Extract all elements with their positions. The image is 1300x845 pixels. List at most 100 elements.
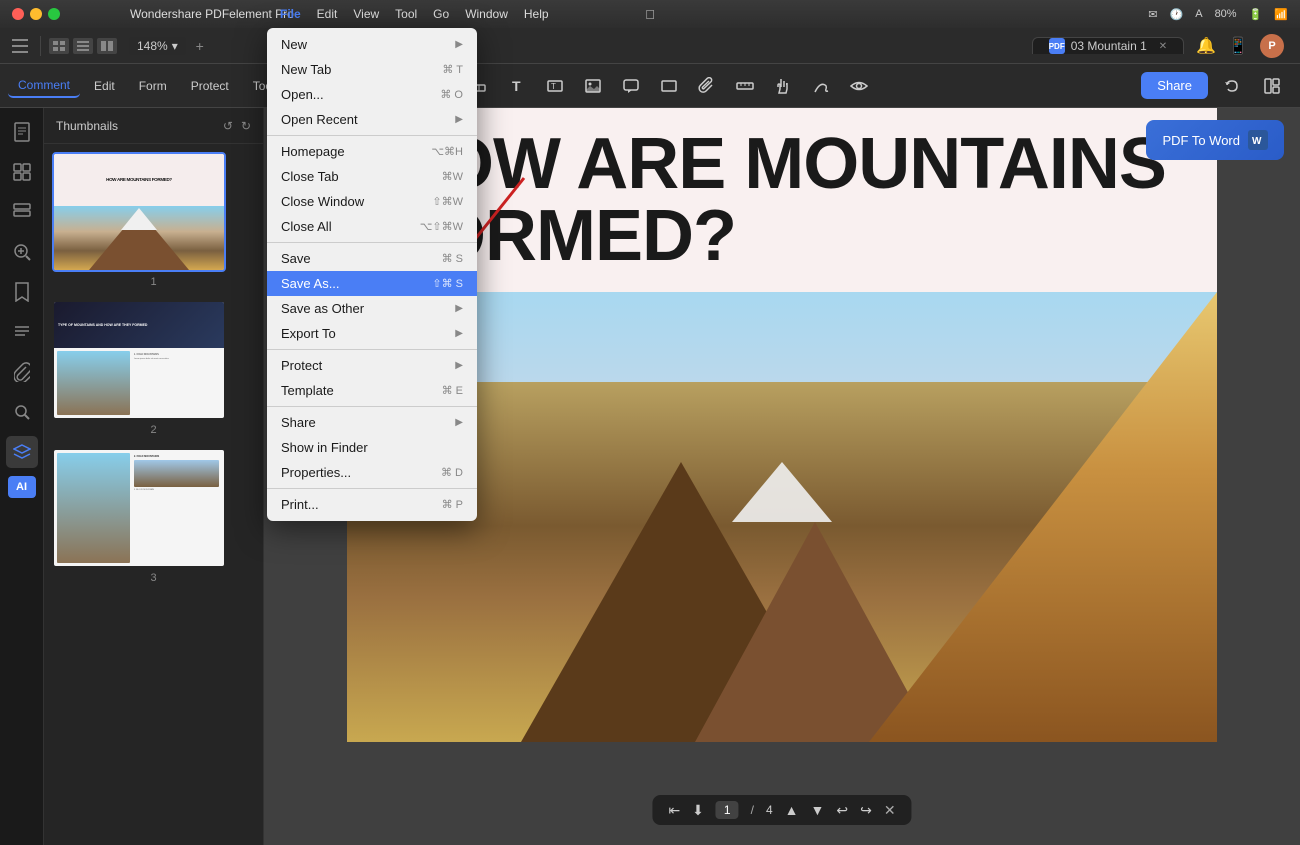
svg-text:W: W xyxy=(1252,136,1262,147)
tab-comment[interactable]: Comment xyxy=(8,74,80,98)
hand-tool[interactable] xyxy=(767,70,799,102)
sidebar-icon-layers[interactable] xyxy=(6,436,38,468)
sidebar-icon-ai[interactable]: AI xyxy=(8,476,36,498)
battery-icon: 🔋 xyxy=(1249,8,1263,21)
file-dropdown-menu: New ▶ New Tab ⌘ T Open... ⌘ O Open Recen… xyxy=(267,28,477,521)
clock-icon: 🕐 xyxy=(1170,8,1184,21)
page-back-icon[interactable]: ↩ xyxy=(836,802,848,819)
sidebar-toggle-icon[interactable] xyxy=(8,34,32,58)
page-down-icon[interactable]: ⬇ xyxy=(692,802,704,819)
signature-tool[interactable] xyxy=(805,70,837,102)
menu-window[interactable]: Window xyxy=(465,7,508,21)
menu-item-properties[interactable]: Properties... ⌘ D xyxy=(267,460,477,485)
menu-item-save-as[interactable]: Save As... ⇧⌘ S xyxy=(267,271,477,296)
device-icon[interactable]: 📱 xyxy=(1228,36,1248,56)
tab-edit[interactable]: Edit xyxy=(84,75,125,97)
image-tool[interactable] xyxy=(577,70,609,102)
sidebar-icon-search[interactable] xyxy=(6,396,38,428)
menu-edit[interactable]: Edit xyxy=(317,7,338,21)
sidebar-icon-pages[interactable] xyxy=(6,116,38,148)
ruler-tool[interactable] xyxy=(729,70,761,102)
text-tool[interactable]: T xyxy=(501,70,533,102)
layout-icon[interactable] xyxy=(1256,70,1288,102)
tab-bar-right: PDF 03 Mountain 1 ✕ 🔔 📱 P xyxy=(1032,34,1284,58)
thumbnail-next-icon[interactable]: ↻ xyxy=(241,119,251,133)
toolbar: Comment Edit Form Protect Tools Batch ▾ … xyxy=(0,64,1300,108)
sidebar-icon-attach[interactable] xyxy=(6,356,38,388)
thumbnail-prev-icon[interactable]: ↺ xyxy=(223,119,233,133)
sidebar-icon-bookmark[interactable] xyxy=(6,276,38,308)
view-icon-3[interactable] xyxy=(97,38,117,54)
menu-item-template-shortcut: ⌘ E xyxy=(442,384,463,397)
zoom-control[interactable]: 148% ▾ xyxy=(129,37,186,55)
page-close-icon[interactable]: ✕ xyxy=(884,802,896,819)
page-forward-icon[interactable]: ↪ xyxy=(860,802,872,819)
close-button[interactable] xyxy=(12,8,24,20)
view-icon-2[interactable] xyxy=(73,38,93,54)
page-first-icon[interactable]: ⇤ xyxy=(668,802,680,819)
submenu-arrow: ▶ xyxy=(455,417,463,428)
page-up-icon[interactable]: ▲ xyxy=(785,802,799,818)
menu-item-new[interactable]: New ▶ xyxy=(267,32,477,57)
menu-go[interactable]: Go xyxy=(433,7,449,21)
menu-item-close-window-shortcut: ⇧⌘W xyxy=(432,195,463,208)
thumbnail-image-1[interactable]: HOW ARE MOUNTAINS FORMED? xyxy=(52,152,226,272)
menu-item-protect[interactable]: Protect ▶ xyxy=(267,353,477,378)
menu-item-new-tab[interactable]: New Tab ⌘ T xyxy=(267,57,477,82)
add-icon[interactable]: + xyxy=(190,36,210,56)
menu-item-homepage[interactable]: Homepage ⌥⌘H xyxy=(267,139,477,164)
menu-item-save[interactable]: Save ⌘ S xyxy=(267,246,477,271)
menu-item-show-in-finder-label: Show in Finder xyxy=(281,440,463,455)
menu-item-share[interactable]: Share ▶ xyxy=(267,410,477,435)
menu-item-homepage-label: Homepage xyxy=(281,144,431,159)
menu-item-save-as-label: Save As... xyxy=(281,276,432,291)
menu-item-export-to[interactable]: Export To ▶ xyxy=(267,321,477,346)
eye-tool[interactable] xyxy=(843,70,875,102)
undo-icon[interactable] xyxy=(1216,70,1248,102)
page-number-box[interactable]: 1 xyxy=(716,801,739,819)
menu-item-save-as-other[interactable]: Save as Other ▶ xyxy=(267,296,477,321)
doc-mountain-image xyxy=(347,292,1217,742)
menu-item-open[interactable]: Open... ⌘ O xyxy=(267,82,477,107)
comment-tool[interactable] xyxy=(615,70,647,102)
menu-item-new-label: New xyxy=(281,37,455,52)
sidebar-icon-list[interactable] xyxy=(6,196,38,228)
menu-item-open-recent[interactable]: Open Recent ▶ xyxy=(267,107,477,132)
menu-item-close-window[interactable]: Close Window ⇧⌘W xyxy=(267,189,477,214)
sidebar-icon-grid[interactable] xyxy=(6,156,38,188)
thumbnail-image-3[interactable]: 2. FOLD MOUNTAINS 3. BLOCK MOUNTAIN xyxy=(52,448,226,568)
sidebar-icon-zoom[interactable] xyxy=(6,236,38,268)
minimize-button[interactable] xyxy=(30,8,42,20)
battery-level: 80% xyxy=(1215,8,1237,20)
menu-file[interactable]: File xyxy=(280,7,301,21)
menu-item-show-in-finder[interactable]: Show in Finder xyxy=(267,435,477,460)
active-tab[interactable]: PDF 03 Mountain 1 ✕ xyxy=(1032,37,1184,54)
attach-tool[interactable] xyxy=(691,70,723,102)
app-name: Wondershare PDFelement Pro xyxy=(130,7,294,21)
tab-form[interactable]: Form xyxy=(129,75,177,97)
avatar[interactable]: P xyxy=(1260,34,1284,58)
pdf-to-word-button[interactable]: PDF To Word W xyxy=(1146,120,1284,160)
page-separator: / xyxy=(751,803,754,817)
tab-protect[interactable]: Protect xyxy=(181,75,239,97)
thumbnail-image-2[interactable]: TYPE OF MOUNTAINS AND HOW ARE THEY FORME… xyxy=(52,300,226,420)
list-item[interactable]: HOW ARE MOUNTAINS FORMED? 1 xyxy=(52,152,255,288)
view-icon-1[interactable] xyxy=(49,38,69,54)
list-item[interactable]: TYPE OF MOUNTAINS AND HOW ARE THEY FORME… xyxy=(52,300,255,436)
menu-view[interactable]: View xyxy=(353,7,379,21)
page-down-btn[interactable]: ▼ xyxy=(810,802,824,818)
menu-item-close-all[interactable]: Close All ⌥⇧⌘W xyxy=(267,214,477,239)
list-item[interactable]: 2. FOLD MOUNTAINS 3. BLOCK MOUNTAIN 3 xyxy=(52,448,255,584)
menu-item-print[interactable]: Print... ⌘ P xyxy=(267,492,477,517)
share-button[interactable]: Share xyxy=(1141,72,1208,99)
menu-tool[interactable]: Tool xyxy=(395,7,417,21)
maximize-button[interactable] xyxy=(48,8,60,20)
notifications-icon[interactable]: 🔔 xyxy=(1196,36,1216,56)
tab-close-icon[interactable]: ✕ xyxy=(1159,41,1167,52)
rect-tool[interactable] xyxy=(653,70,685,102)
menu-help[interactable]: Help xyxy=(524,7,549,21)
text-box-tool[interactable]: T xyxy=(539,70,571,102)
menu-item-template[interactable]: Template ⌘ E xyxy=(267,378,477,403)
sidebar-icon-text[interactable] xyxy=(6,316,38,348)
menu-item-close-tab[interactable]: Close Tab ⌘W xyxy=(267,164,477,189)
